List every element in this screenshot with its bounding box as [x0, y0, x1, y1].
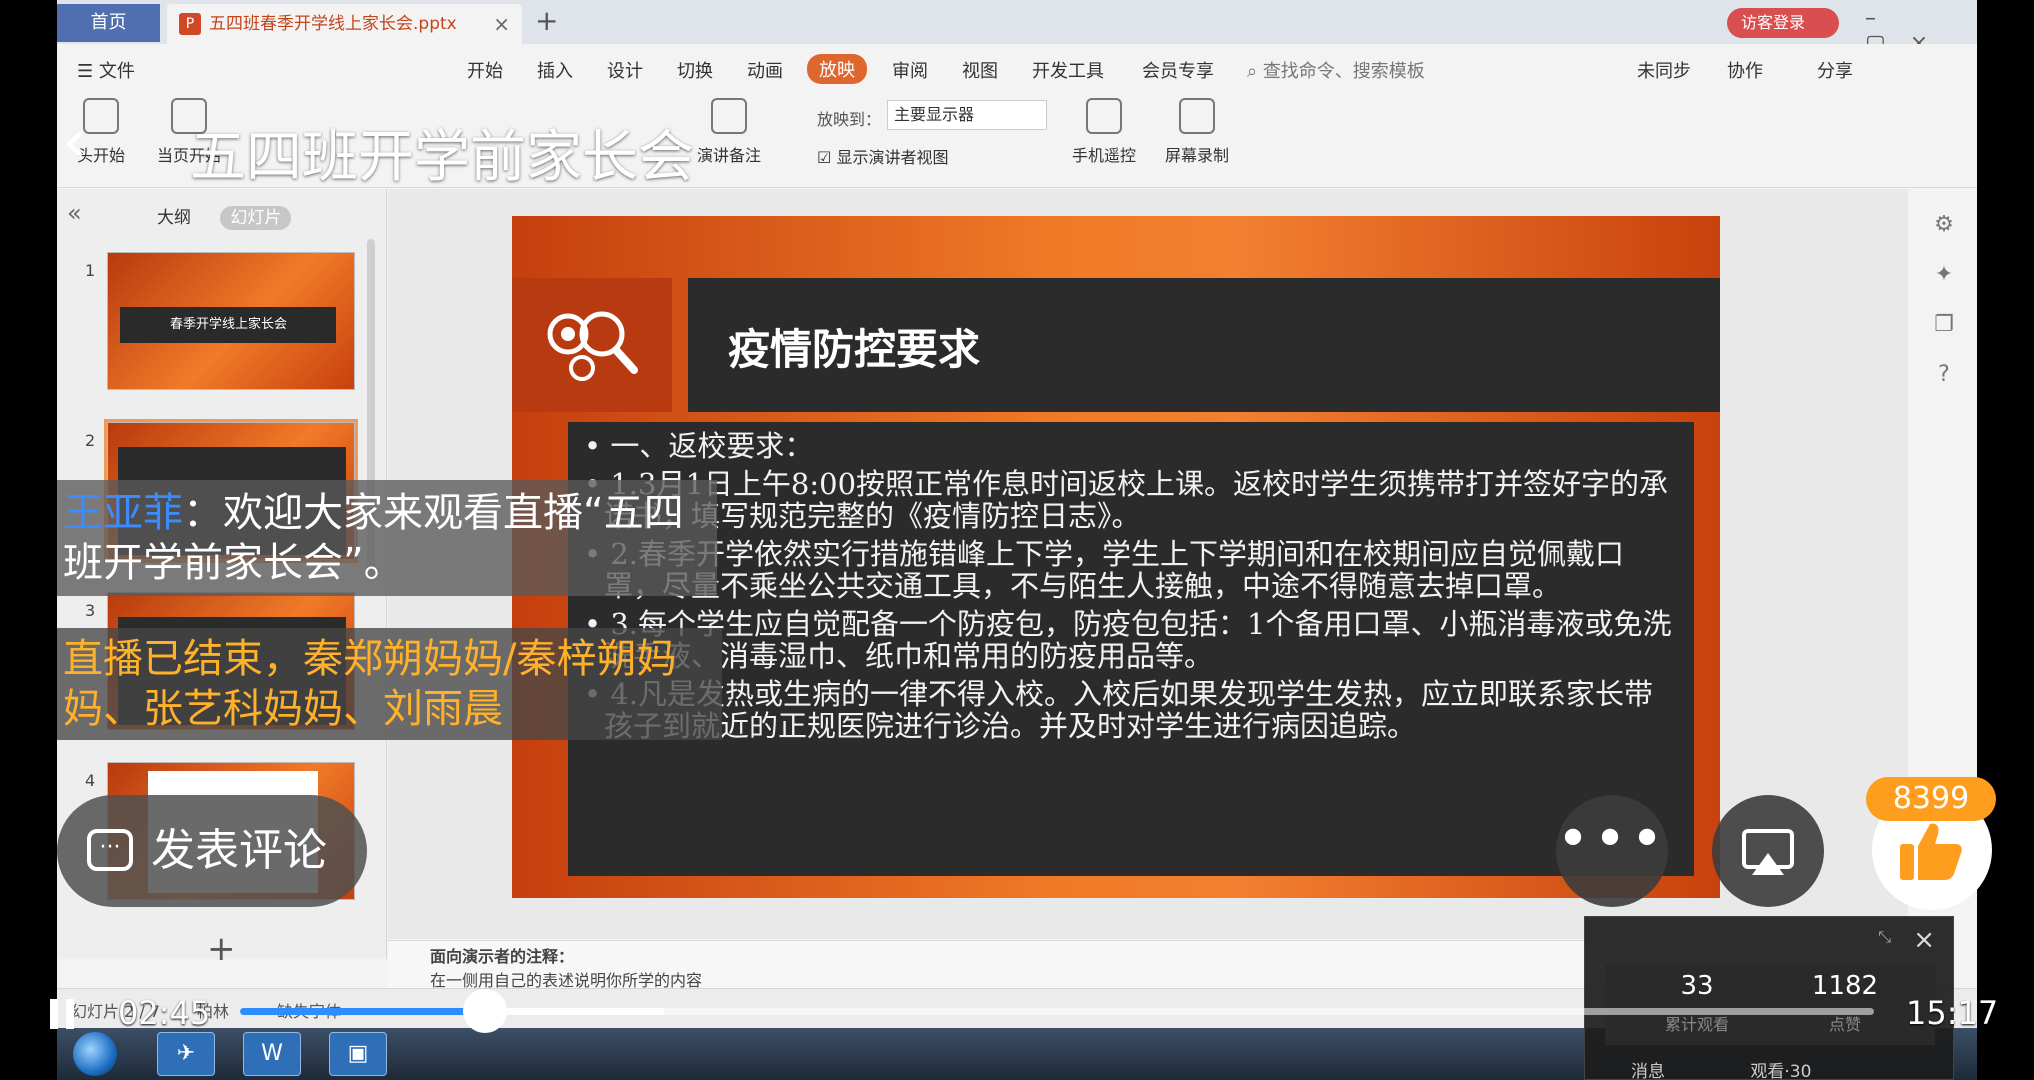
slide-number: 2: [85, 431, 96, 450]
screen-record-icon: [1179, 98, 1215, 134]
progress-scrubber[interactable]: [463, 989, 508, 1033]
menu-devtools[interactable]: 开发工具: [1032, 57, 1104, 83]
stream-title: 五四班开学前家长会: [190, 125, 694, 190]
close-icon[interactable]: ×: [1913, 925, 1935, 955]
panel-tabs: 大纲 幻灯片: [157, 203, 292, 230]
slide-body: 一、返校要求： 1.3月1日上午8:00按照正常作息时间返校上课。返校时学生须携…: [568, 422, 1694, 876]
presenter-view-checkbox[interactable]: ☑ 显示演讲者视图: [817, 144, 948, 168]
chat-username[interactable]: 王亚菲: [63, 490, 183, 536]
tab-messages[interactable]: 消息: [1631, 1062, 1665, 1080]
minimize-icon[interactable]: ⤡: [1878, 927, 1891, 947]
tab-outline[interactable]: 大纲: [157, 208, 191, 228]
gears-search-icon: [512, 278, 672, 412]
phone-icon: [1086, 98, 1122, 134]
stats-likes-count: 1182: [1811, 971, 1879, 1001]
comment-button[interactable]: ··· 发表评论: [57, 795, 367, 907]
slide-title: 疫情防控要求: [728, 325, 981, 374]
file-menu[interactable]: ☰ 文件: [77, 57, 135, 83]
collapse-panel-icon[interactable]: «: [67, 199, 82, 227]
airplay-button[interactable]: [1712, 795, 1824, 907]
settings-icon[interactable]: ⚙: [1919, 200, 1969, 250]
stats-row: 33 累计观看 1182 点赞: [1605, 965, 1935, 1045]
thumbs-up-icon: [1900, 823, 1962, 880]
slide-header: 疫情防控要求: [512, 278, 1720, 412]
start-button[interactable]: [73, 1032, 117, 1076]
live-stream-player: 首页 P 五四班春季开学线上家长会.pptx × + 访客登录 –▢× ☰ 文件…: [0, 0, 2034, 1080]
more-button[interactable]: •••: [1556, 795, 1668, 907]
back-icon[interactable]: ‹: [62, 110, 102, 174]
cast-to-label: 放映到：: [817, 110, 882, 129]
stats-popup: ⤡ × 33 累计观看 1182 点赞 消息 观看·30: [1584, 916, 1954, 1080]
menu-slideshow[interactable]: 放映: [807, 54, 867, 84]
bullet: 4.凡是发热或生病的一律不得入校。入校后如果发现学生发热，应立即联系家长带孩子到…: [584, 678, 1674, 742]
tool-screen-record[interactable]: 屏幕录制: [1165, 98, 1229, 166]
share-button[interactable]: 分享: [1817, 57, 1853, 83]
cast-display-select[interactable]: 主要显示器: [887, 100, 1047, 130]
bullet: 3.每个学生应自觉配备一个防疫包，防疫包包括：1个备用口罩、小瓶消毒液或免洗洗手…: [584, 608, 1674, 672]
tool-speaker-notes[interactable]: 演讲备注: [697, 98, 761, 166]
menu-member[interactable]: 会员专享: [1142, 57, 1214, 83]
viewers-count: 33: [1680, 971, 1714, 1001]
tab-document-label: 五四班春季开学线上家长会.pptx: [209, 14, 457, 34]
bullet: 1.3月1日上午8:00按照正常作息时间返校上课。返校时学生须携带打并签好字的承…: [584, 468, 1674, 532]
menu-design[interactable]: 设计: [607, 57, 643, 83]
bullet: 一、返校要求：: [584, 430, 1674, 462]
like-count-badge: 8399: [1866, 777, 1996, 821]
copy-icon[interactable]: ❐: [1919, 300, 1969, 350]
taskbar-calendar-icon[interactable]: ▣: [329, 1032, 387, 1076]
visitor-login-button[interactable]: 访客登录: [1727, 8, 1839, 38]
elapsed-time: 02:45: [118, 994, 211, 1032]
pause-button[interactable]: [50, 999, 76, 1029]
taskbar-wps-icon[interactable]: W: [243, 1032, 301, 1076]
more-icon: •••: [1556, 807, 1668, 872]
menu-transition[interactable]: 切换: [677, 57, 713, 83]
slide-number: 1: [85, 261, 96, 280]
slide-thumbnail-title: 春季开学线上家长会: [120, 307, 336, 343]
close-icon[interactable]: ×: [493, 4, 510, 44]
pause-icon: [50, 999, 58, 1029]
collab-button[interactable]: 协作: [1727, 57, 1763, 83]
slide-number: 4: [85, 771, 96, 790]
tool-phone-remote[interactable]: 手机遥控: [1072, 98, 1136, 166]
comment-icon: ···: [87, 829, 133, 871]
tab-slides[interactable]: 幻灯片: [220, 206, 292, 230]
progress-played: [240, 1008, 486, 1015]
chat-separator: ：: [183, 490, 223, 536]
new-tab-button[interactable]: +: [535, 4, 558, 37]
duration-time: 15:17: [1906, 994, 1999, 1032]
menu-view[interactable]: 视图: [962, 57, 998, 83]
menu-animation[interactable]: 动画: [747, 57, 783, 83]
chat-message: 王亚菲：欢迎大家来观看直播“五四班开学前家长会”。: [57, 480, 717, 596]
pptx-icon: P: [179, 13, 201, 35]
slide-title-bar: 疫情防控要求: [688, 278, 1720, 412]
menu-insert[interactable]: 插入: [537, 57, 573, 83]
app-tab-bar: 首页 P 五四班春季开学线上家长会.pptx × + 访客登录 –▢×: [57, 0, 1977, 56]
bullet: 2.春季开学依然实行措施错峰上下学，学生上下学期间和在校期间应自觉佩戴口罩，尽量…: [584, 538, 1674, 602]
taskbar-app-icon[interactable]: ✈: [157, 1032, 215, 1076]
comment-button-label: 发表评论: [151, 825, 327, 876]
menu-review[interactable]: 审阅: [892, 57, 928, 83]
command-search[interactable]: ⌕ 查找命令、搜索模板: [1247, 57, 1425, 83]
menu-bar: ☰ 文件 开始 插入 设计 切换 动画 放映 审阅 视图 开发工具 会员专享 ⌕…: [57, 44, 1977, 92]
menu-start[interactable]: 开始: [467, 57, 503, 83]
tab-home[interactable]: 首页: [57, 4, 160, 42]
tab-watch[interactable]: 观看·30: [1750, 1062, 1811, 1080]
progress-bar[interactable]: [240, 989, 1874, 1033]
sync-status[interactable]: 未同步: [1637, 57, 1691, 83]
tab-document[interactable]: P 五四班春季开学线上家长会.pptx ×: [167, 4, 522, 44]
slide-number: 3: [85, 601, 96, 620]
help-icon[interactable]: ?: [1919, 350, 1969, 400]
stream-notice: 直播已结束，秦郑朔妈妈/秦梓朔妈妈、张艺科妈妈、刘雨晨: [57, 628, 722, 740]
notes-icon: [711, 98, 747, 134]
slide-thumbnail[interactable]: 春季开学线上家长会: [107, 252, 355, 390]
right-tool-strip: ⚙ ✦ ❐ ?: [1919, 200, 1969, 400]
add-slide-button[interactable]: +: [207, 929, 236, 969]
pin-icon[interactable]: ✦: [1919, 250, 1969, 300]
stats-tabs: 消息 观看·30: [1631, 1057, 1811, 1080]
